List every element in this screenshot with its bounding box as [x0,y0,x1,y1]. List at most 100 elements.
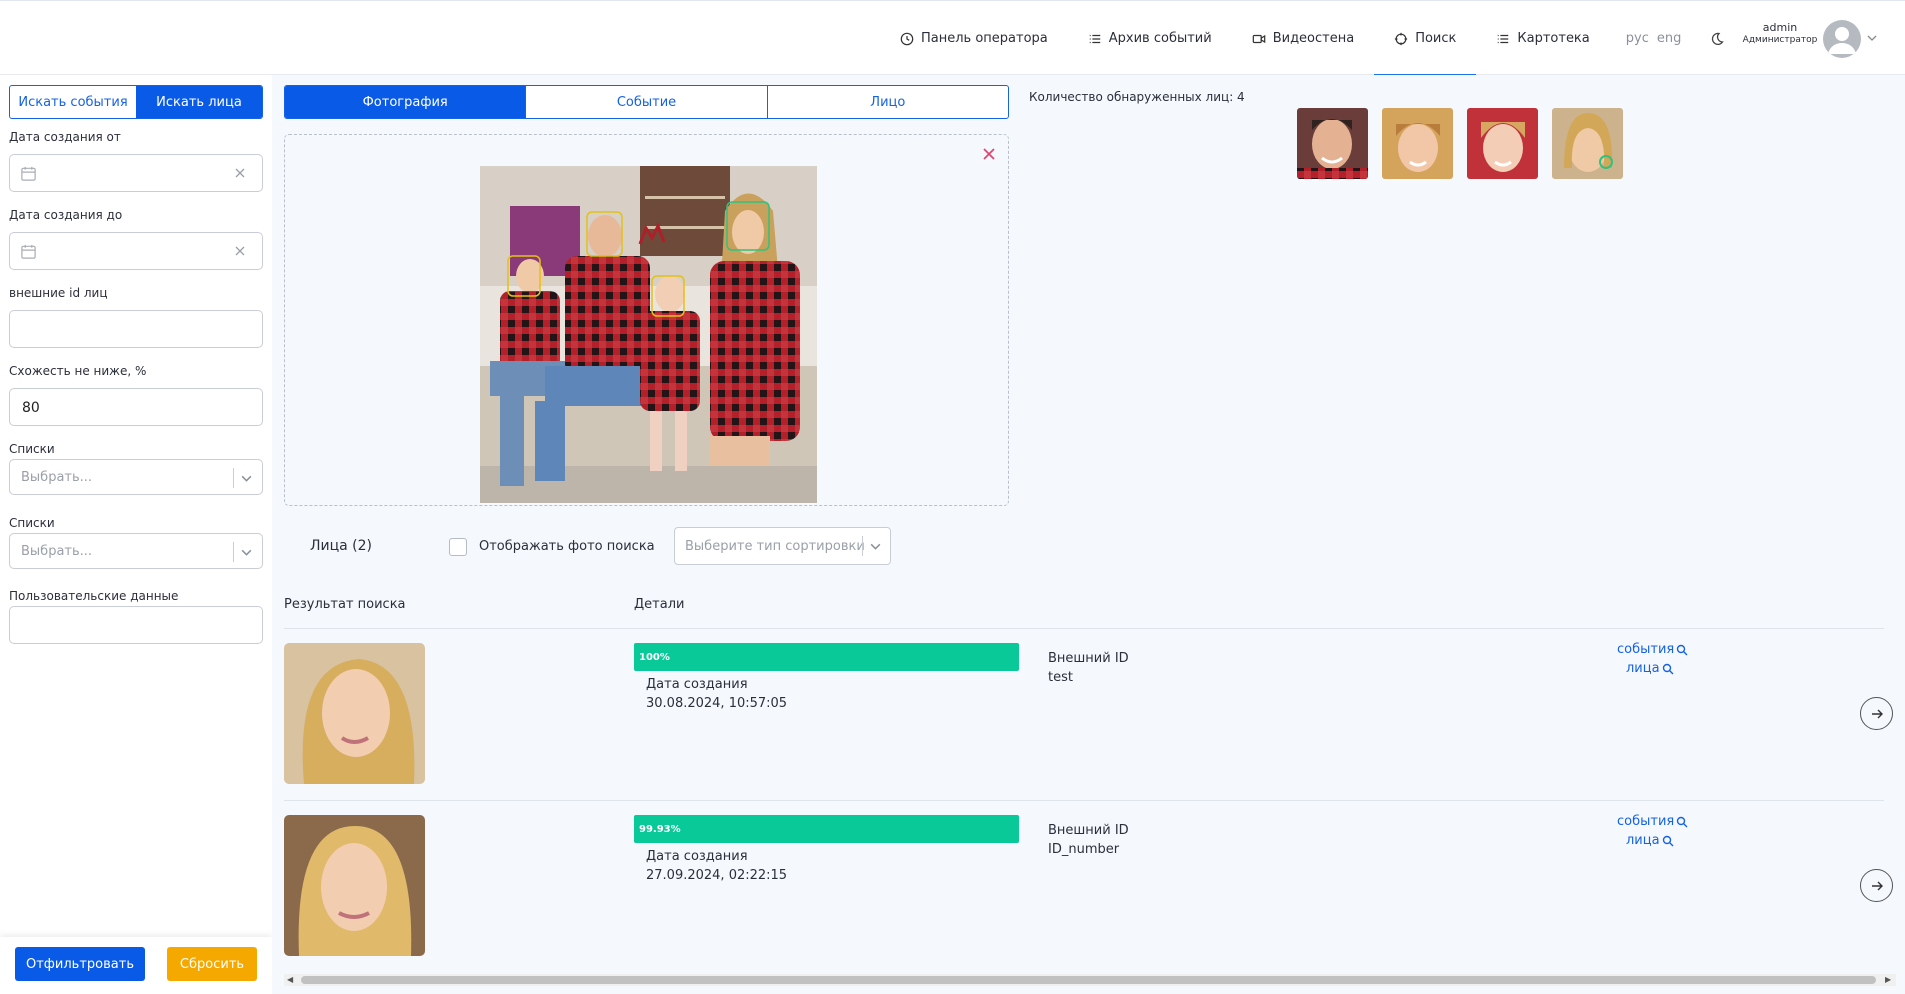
date-from-label: Дата создания от [9,130,121,144]
chevron-down-icon[interactable] [1866,32,1878,44]
result-row: 99.93% Дата создания 27.09.2024, 02:22:1… [284,801,1894,956]
detected-faces-count: Количество обнаруженных лиц: 4 [1029,90,1245,104]
mode-search-faces[interactable]: Искать лица [136,86,262,118]
faces-controls: Лица (2) Отображать фото поиска Выберите… [284,526,1009,566]
close-icon[interactable] [982,147,996,161]
horizontal-scrollbar[interactable]: ◀ ▶ [284,974,1896,986]
user-data-label: Пользовательские данные [9,589,179,603]
main-nav: Панель оператора Архив событий Видеостен… [880,1,1725,77]
external-id-label: Внешний ID [1048,651,1129,666]
sort-select[interactable]: Выберите тип сортировки [674,527,891,565]
nav-label: Поиск [1415,31,1457,46]
language-switch: рус eng [1626,31,1682,46]
similarity-input[interactable]: 80 [9,388,263,426]
nav-search[interactable]: Поиск [1374,1,1477,77]
scroll-left-icon[interactable]: ◀ [287,976,295,984]
result-face-image[interactable] [284,815,425,956]
mode-search-events[interactable]: Искать события [10,86,136,118]
faces-link-label: лица [1626,661,1660,676]
lists-select-2[interactable]: Выбрать... [9,533,263,569]
chevron-down-icon [870,543,881,550]
faces-link-label: лица [1626,833,1660,848]
search-icon [1662,663,1674,674]
clear-icon[interactable] [234,167,246,179]
arrow-right-icon [1871,881,1883,890]
reset-button[interactable]: Сбросить [167,947,257,981]
date-to-input[interactable] [9,232,263,270]
search-main: Фотография Событие Лицо Количество обнар… [272,75,1905,994]
lang-ru[interactable]: рус [1626,31,1649,46]
user-data-input[interactable] [9,606,263,644]
external-id-value: test [1048,670,1073,685]
clear-icon[interactable] [234,245,246,257]
face-thumbnail[interactable] [1467,108,1538,179]
nav-card-index[interactable]: Картотека [1476,1,1609,76]
chevron-down-icon [241,475,252,482]
events-link[interactable]: события [1617,814,1688,829]
filter-actions: Отфильтровать Сбросить [0,937,272,994]
external-id-label: Внешний ID [1048,823,1129,838]
search-icon [1677,644,1688,655]
date-to-label: Дата создания до [9,208,123,222]
external-id-value: ID_number [1048,842,1120,857]
nav-videowall[interactable]: Видеостена [1232,1,1375,76]
user-avatar-icon [1828,27,1856,54]
nav-event-archive[interactable]: Архив событий [1068,1,1232,76]
open-details-button[interactable] [1860,697,1893,730]
face-thumbnail[interactable] [1382,108,1453,179]
faces-link[interactable]: лица [1626,833,1674,848]
show-search-photo-checkbox[interactable] [449,538,467,556]
avatar[interactable] [1823,20,1861,58]
select-divider [233,542,234,562]
date-created-label: Дата создания [646,849,748,864]
top-header: Панель оператора Архив событий Видеостен… [0,0,1905,77]
nav-label: Видеостена [1272,31,1355,46]
nav-label: Картотека [1517,31,1590,46]
select-divider [233,468,234,488]
lists-label-2: Списки [9,516,55,530]
similarity-label: Схожесть не ниже, % [9,364,147,378]
lists-placeholder: Выбрать... [21,470,93,485]
similarity-text: 100% [639,651,670,663]
similarity-text: 99.93% [639,823,681,835]
events-link[interactable]: события [1617,642,1688,657]
tab-face[interactable]: Лицо [768,86,1008,118]
result-face-image[interactable] [284,643,425,784]
chevron-down-icon [241,549,252,556]
search-crosshair-icon [1395,32,1408,45]
scrollbar-thumb[interactable] [301,976,1876,984]
similarity-bar: 100% [634,643,1019,671]
faces-link[interactable]: лица [1626,661,1674,676]
calendar-icon [21,166,36,181]
calendar-icon [21,244,36,259]
search-icon [1662,835,1674,846]
nav-operator-panel[interactable]: Панель оператора [880,1,1068,76]
moon-icon[interactable] [1709,31,1725,47]
similarity-fill: 100% [634,643,1019,671]
column-details: Детали [634,597,685,612]
tab-event[interactable]: Событие [526,86,768,118]
open-details-button[interactable] [1860,869,1893,902]
result-row: 100% Дата создания 30.08.2024, 10:57:05 … [284,629,1894,784]
date-from-input[interactable] [9,154,263,192]
filter-button[interactable]: Отфильтровать [15,947,145,981]
events-link-label: события [1617,814,1675,829]
date-created-value: 30.08.2024, 10:57:05 [646,696,788,711]
lists-label: Списки [9,442,55,456]
filter-panel: Искать события Искать лица Дата создания… [0,75,272,994]
external-ids-label: внешние id лиц [9,286,108,300]
external-ids-input[interactable] [9,310,263,348]
photo-dropzone[interactable] [284,134,1009,506]
user-info: admin Администратор [1730,21,1830,45]
lang-en[interactable]: eng [1657,31,1682,46]
arrow-right-icon [1871,709,1883,718]
lists-placeholder-2: Выбрать... [21,544,93,559]
lists-select[interactable]: Выбрать... [9,459,263,495]
face-thumbnail-selected[interactable] [1552,108,1623,179]
tab-photo[interactable]: Фотография [285,86,527,118]
date-created-label: Дата создания [646,677,748,692]
scroll-right-icon[interactable]: ▶ [1885,976,1893,984]
list-icon [1089,34,1101,43]
face-thumbnail[interactable] [1297,108,1368,179]
video-icon [1252,34,1266,43]
